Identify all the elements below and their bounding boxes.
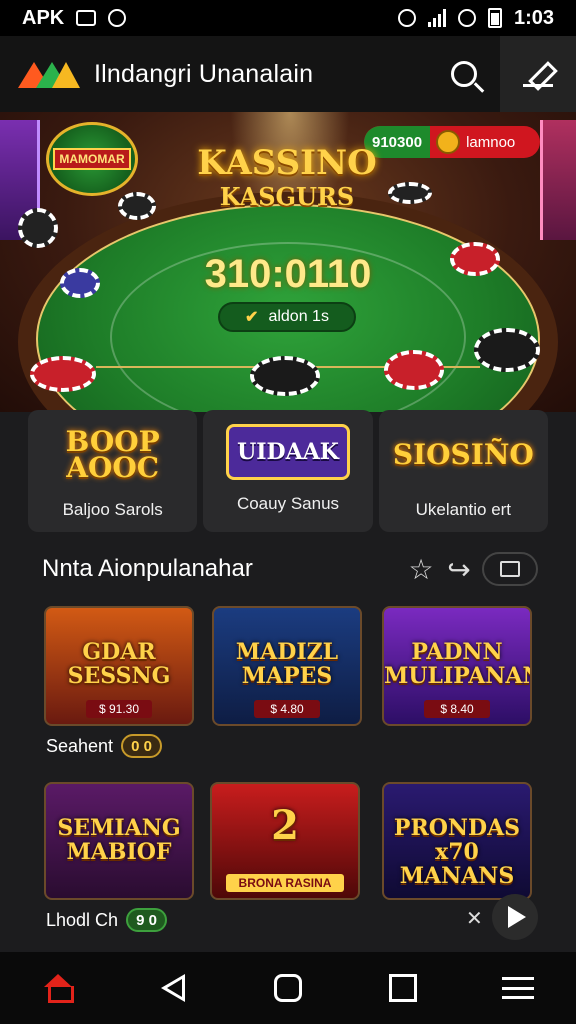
chip-icon (384, 350, 444, 390)
hero-cta-button[interactable]: ✔ aldon 1s (218, 302, 356, 332)
game-title: PRONDAS x70 MANANS (393, 815, 521, 889)
back-icon (160, 974, 185, 1002)
game-card[interactable]: 2 BRONA RASINA (210, 782, 360, 900)
section-title: Nnta Aionpulanahar (42, 555, 253, 582)
chip-icon (250, 356, 320, 396)
signal-icon (427, 9, 446, 27)
nav-menu[interactable] (488, 958, 548, 1018)
jackpot-counter: 310:0110 (204, 252, 372, 296)
chip-icon (18, 208, 58, 248)
folder-icon (500, 561, 520, 577)
game-price: $ 4.80 (254, 700, 320, 718)
coin-icon (436, 130, 461, 154)
game-card[interactable]: GDAR SESSNG $ 91.30 (44, 606, 194, 726)
battery-icon (487, 8, 502, 28)
status-bar: APK 1:03 (0, 0, 576, 36)
shield-icon (108, 9, 127, 27)
edit-button[interactable] (500, 36, 576, 112)
home-icon (42, 974, 74, 1003)
game-title: SEMIANG MABIOF (57, 815, 181, 865)
screen-icon (76, 10, 97, 26)
play-button[interactable] (492, 894, 538, 940)
category-label: Baljoo Sarols (62, 500, 163, 519)
chevron-down-icon: ✔ (245, 309, 259, 326)
sync-icon (457, 9, 476, 27)
nav-home[interactable] (28, 958, 88, 1018)
app-bar: Ilndangri Unanalain (0, 36, 576, 112)
category-logo: UIDAAK (226, 424, 350, 480)
nav-back[interactable] (143, 958, 203, 1018)
folder-button[interactable] (482, 552, 538, 586)
game-title: 2 (271, 802, 299, 849)
cross-icon[interactable]: ✕ (466, 906, 483, 931)
hero-cta-label: aldon 1s (268, 308, 329, 325)
row-caption-label: Seahent (46, 735, 114, 756)
play-icon (508, 906, 526, 928)
hero-banner[interactable]: MAMOMAR 910300 lamnoo KASSINO KASGURS 31… (0, 112, 576, 412)
row-caption-pill[interactable]: 0 0 (121, 734, 162, 758)
game-price: $ 91.30 (86, 700, 152, 718)
game-card[interactable]: MADIZL MAPES $ 4.80 (212, 606, 362, 726)
slot-machine-right (540, 120, 576, 240)
status-time: 1:03 (513, 6, 554, 29)
row-caption-label: Lhodl Ch (46, 909, 119, 930)
game-title: MADIZL MAPES (235, 639, 339, 689)
category-label: Ukelantio ert (415, 500, 512, 519)
edit-icon (523, 61, 553, 87)
category-row: BOOP AOOC Baljoo Sarols UIDAAK Coauy San… (28, 410, 548, 532)
category-label: Coauy Sanus (236, 494, 340, 513)
category-card[interactable]: SIOSIÑO Ukelantio ert (378, 410, 548, 532)
promo-badge: MAMOMAR (46, 122, 138, 196)
hero-title: KASSINO (197, 143, 377, 183)
row-caption-pill[interactable]: 9 0 (126, 908, 167, 932)
chip-icon (474, 328, 540, 372)
game-card[interactable]: SEMIANG MABIOF (44, 782, 194, 900)
row-caption: Seahent 0 0 (46, 734, 162, 758)
share-icon[interactable]: ↪ (440, 550, 478, 588)
category-logo: SIOSIÑO (392, 438, 534, 471)
category-card[interactable]: UIDAAK Coauy Sanus (203, 410, 373, 532)
menu-icon (502, 977, 535, 999)
home-circle-icon (273, 974, 302, 1002)
nav-recents[interactable] (373, 958, 433, 1018)
promo-badge-label: MAMOMAR (53, 148, 131, 170)
status-left: APK (22, 6, 127, 30)
category-logo: BOOP AOOC (65, 425, 160, 484)
recents-icon (389, 974, 418, 1002)
star-icon[interactable]: ☆ (402, 550, 440, 588)
game-price: BRONA RASINA (226, 874, 344, 892)
game-card[interactable]: PRONDAS x70 MANANS (382, 782, 532, 900)
category-card[interactable]: BOOP AOOC Baljoo Sarols (28, 410, 198, 532)
balance-label: lamnoo (466, 133, 516, 151)
game-title: GDAR SESSNG (67, 639, 171, 689)
status-right: 1:03 (397, 6, 554, 30)
balance-badge[interactable]: 910300 lamnoo (364, 126, 540, 158)
chip-icon (450, 242, 500, 276)
status-app-label: APK (22, 6, 65, 29)
search-button[interactable] (436, 46, 492, 102)
nav-home-button[interactable] (258, 958, 318, 1018)
search-icon (451, 61, 477, 87)
row-caption: Lhodl Ch 9 0 (46, 908, 167, 932)
chip-icon (30, 356, 96, 392)
alarm-icon (397, 9, 416, 27)
hero-subtitle: KASGURS (219, 182, 355, 211)
app-title: Ilndangri Unanalain (94, 59, 314, 88)
app-logo-icon (18, 58, 80, 90)
bottom-nav (0, 952, 576, 1024)
chip-icon (388, 182, 432, 204)
game-title: PADNN MULIPANAN (384, 639, 532, 689)
game-card[interactable]: PADNN MULIPANAN $ 8.40 (382, 606, 532, 726)
chip-icon (60, 268, 100, 298)
section-header: Nnta Aionpulanahar ☆ ↪ (42, 548, 538, 590)
game-price: $ 8.40 (424, 700, 490, 718)
chip-icon (118, 192, 156, 220)
